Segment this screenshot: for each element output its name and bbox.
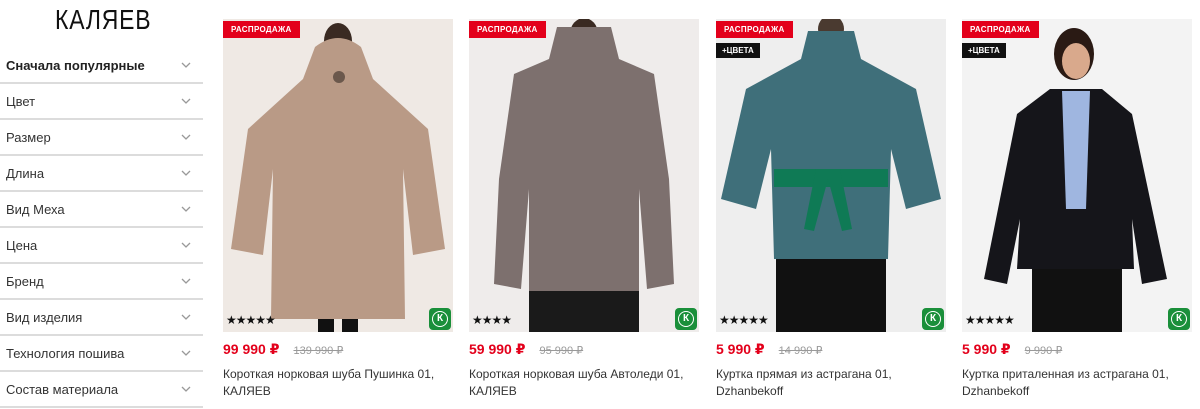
filter-material[interactable]: Состав материала — [0, 372, 203, 408]
sale-badge: РАСПРОДАЖА — [223, 21, 300, 38]
product-price: 99 990 ₽ — [223, 341, 280, 357]
brand-k-icon: К — [429, 308, 451, 330]
filter-label: Длина — [6, 165, 45, 181]
filter-label: Сначала популярные — [6, 57, 145, 73]
filter-label: Вид Меха — [6, 201, 65, 217]
sort-popular-dropdown[interactable]: Сначала популярные — [0, 48, 203, 84]
product-title[interactable]: Короткая норковая шуба Пушинка 01, КАЛЯЕ… — [223, 366, 458, 400]
model-silhouette — [962, 19, 1192, 332]
filter-label: Цена — [6, 237, 38, 253]
sale-badge: РАСПРОДАЖА — [469, 21, 546, 38]
chevron-down-icon — [181, 170, 191, 176]
product-old-price: 139 990 ₽ — [293, 345, 344, 357]
filter-label: Размер — [6, 129, 51, 145]
filter-label: Технология пошива — [6, 345, 125, 361]
more-colors-badge: +ЦВЕТА — [716, 43, 760, 58]
product-photo[interactable]: РАСПРОДАЖА ★★★★★ К — [223, 19, 453, 332]
product-card[interactable]: РАСПРОДАЖА ★★★★ К 59 990 ₽ 95 990 ₽ Коро… — [469, 19, 699, 409]
chevron-down-icon — [181, 62, 191, 68]
product-title[interactable]: Куртка приталенная из астрагана 01, Dzha… — [962, 366, 1197, 400]
sale-badge: РАСПРОДАЖА — [962, 21, 1039, 38]
filter-size[interactable]: Размер — [0, 120, 203, 156]
product-price: 5 990 ₽ — [716, 341, 765, 357]
filter-label: Цвет — [6, 93, 36, 109]
product-title[interactable]: Куртка прямая из астрагана 01, Dzhanbeko… — [716, 366, 951, 400]
brand-logo[interactable]: КАЛЯЕВ — [55, 4, 151, 36]
product-photo[interactable]: РАСПРОДАЖА +ЦВЕТА ★★★★★ К — [716, 19, 946, 332]
filter-label: Вид изделия — [6, 309, 83, 325]
product-old-price: 9 990 ₽ — [1024, 345, 1063, 357]
filter-label: Состав материала — [6, 381, 119, 397]
rating-stars: ★★★★★ — [226, 313, 276, 327]
filter-product-type[interactable]: Вид изделия — [0, 300, 203, 336]
product-card[interactable]: РАСПРОДАЖА +ЦВЕТА ★★★★★ К 5 990 ₽ 9 990 … — [962, 19, 1192, 409]
product-title[interactable]: Короткая норковая шуба Автоледи 01, КАЛЯ… — [469, 366, 704, 400]
brand-k-icon: К — [675, 308, 697, 330]
filter-color[interactable]: Цвет — [0, 84, 203, 120]
rating-stars: ★★★★★ — [965, 313, 1015, 327]
model-silhouette — [716, 19, 946, 332]
product-old-price: 14 990 ₽ — [778, 345, 823, 357]
product-price: 5 990 ₽ — [962, 341, 1011, 357]
rating-stars: ★★★★ — [472, 313, 512, 327]
chevron-down-icon — [181, 350, 191, 356]
model-silhouette — [469, 19, 699, 332]
filter-length[interactable]: Длина — [0, 156, 203, 192]
product-old-price: 95 990 ₽ — [539, 345, 584, 357]
brand-k-icon: К — [922, 308, 944, 330]
filter-sewing-technology[interactable]: Технология пошива — [0, 336, 203, 372]
chevron-down-icon — [181, 134, 191, 140]
filter-brand[interactable]: Бренд — [0, 264, 203, 300]
chevron-down-icon — [181, 206, 191, 212]
chevron-down-icon — [181, 98, 191, 104]
chevron-down-icon — [181, 278, 191, 284]
filter-fur-type[interactable]: Вид Меха — [0, 192, 203, 228]
chevron-down-icon — [181, 242, 191, 248]
product-photo[interactable]: РАСПРОДАЖА +ЦВЕТА ★★★★★ К — [962, 19, 1192, 332]
chevron-down-icon — [181, 386, 191, 392]
rating-stars: ★★★★★ — [719, 313, 769, 327]
filter-sidebar: Сначала популярные Цвет Размер Длина Вид… — [0, 48, 203, 408]
product-photo[interactable]: РАСПРОДАЖА ★★★★ К — [469, 19, 699, 332]
product-price: 59 990 ₽ — [469, 341, 526, 357]
model-silhouette — [223, 19, 453, 332]
filter-price[interactable]: Цена — [0, 228, 203, 264]
more-colors-badge: +ЦВЕТА — [962, 43, 1006, 58]
product-card[interactable]: РАСПРОДАЖА ★★★★★ К 99 990 ₽ 139 990 ₽ Ко… — [223, 19, 453, 409]
brand-k-icon: К — [1168, 308, 1190, 330]
product-card[interactable]: РАСПРОДАЖА +ЦВЕТА ★★★★★ К 5 990 ₽ 14 990… — [716, 19, 946, 409]
filter-label: Бренд — [6, 273, 44, 289]
chevron-down-icon — [181, 314, 191, 320]
sale-badge: РАСПРОДАЖА — [716, 21, 793, 38]
